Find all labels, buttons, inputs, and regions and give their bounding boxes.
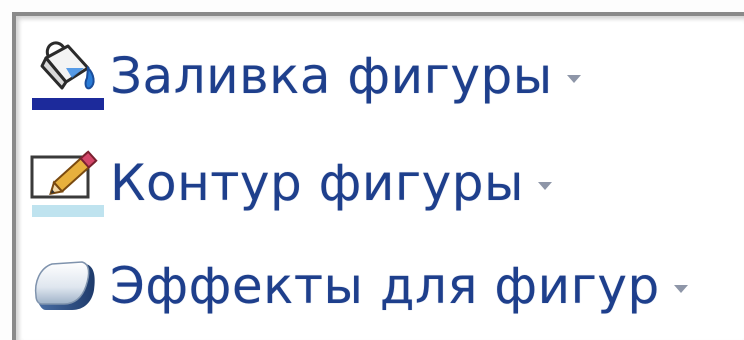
paint-bucket-icon — [24, 36, 108, 116]
shape-outline-label: Контур фигуры — [110, 154, 524, 212]
shape-outline-dropdown-button[interactable]: Контур фигуры — [24, 143, 552, 223]
shape-fill-label: Заливка фигуры — [110, 47, 553, 105]
shape-effects-dropdown-button[interactable]: Эффекты для фигур — [24, 246, 688, 326]
shape-effects-icon — [24, 246, 108, 326]
chevron-down-icon — [537, 182, 552, 190]
shape-effects-label: Эффекты для фигур — [110, 257, 660, 315]
chevron-down-icon — [566, 75, 581, 83]
chevron-down-icon — [673, 285, 688, 293]
pencil-outline-icon — [24, 143, 108, 223]
shape-fill-dropdown-button[interactable]: Заливка фигуры — [24, 36, 581, 116]
